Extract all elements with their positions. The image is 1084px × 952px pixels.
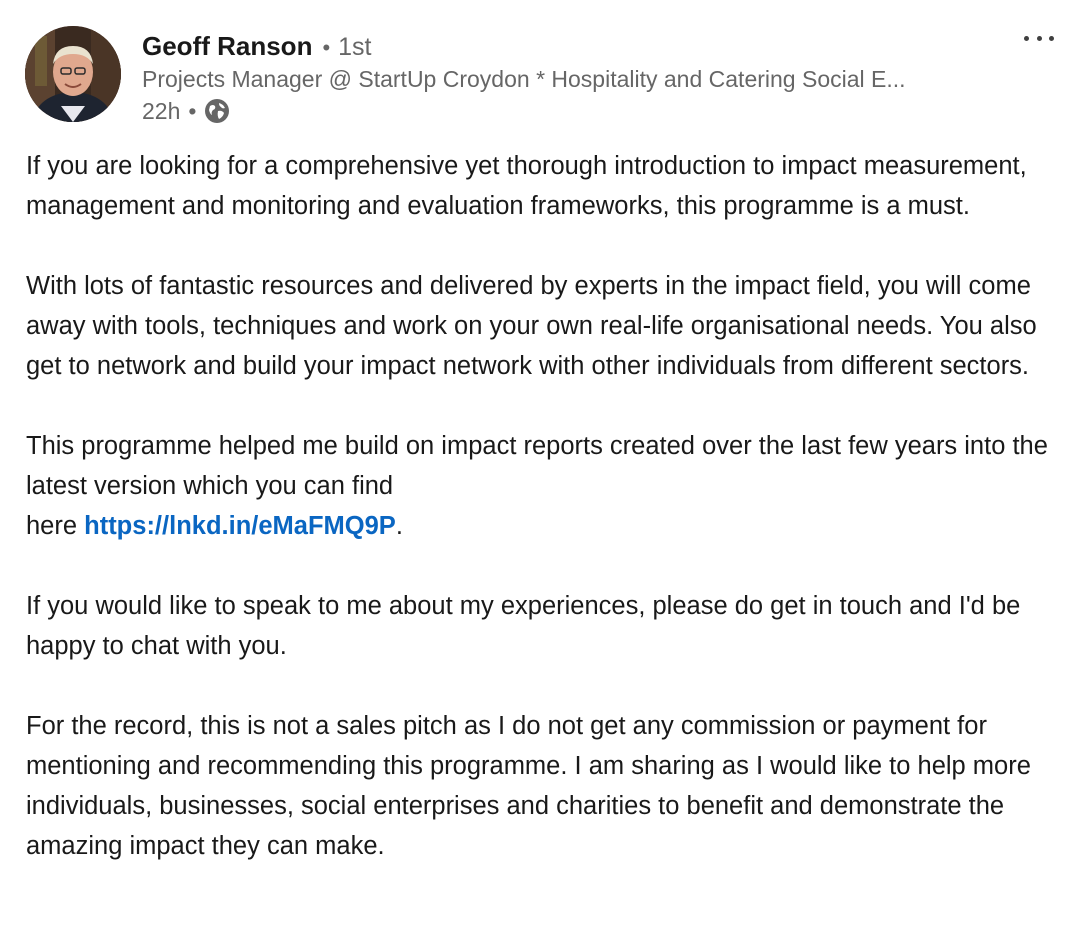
post-timestamp: 22h [142, 97, 181, 124]
dot-icon [1024, 35, 1029, 41]
post-paragraph: If you would like to speak to me about m… [26, 592, 1021, 660]
globe-icon [204, 98, 230, 124]
author-headline: Projects Manager @ StartUp Croydon * Hos… [142, 66, 906, 92]
post-body: If you are looking for a comprehensive y… [26, 146, 1066, 866]
author-line: Geoff Ranson • 1st [142, 28, 1022, 64]
post-paragraph: With lots of fantastic resources and del… [26, 272, 1037, 380]
separator-dot: • [188, 97, 197, 124]
post-link[interactable]: https://lnkd.in/eMaFMQ9P [84, 512, 396, 540]
author-name[interactable]: Geoff Ranson [142, 28, 312, 64]
post-paragraph: This programme helped me build on impact… [26, 426, 1066, 546]
post-header: Geoff Ranson • 1st Projects Manager @ St… [142, 28, 1022, 127]
avatar-photo [25, 26, 121, 122]
separator-dot: • [322, 35, 331, 60]
post-text: This programme helped me build on impact… [26, 432, 1048, 500]
post-time-line: 22h • [142, 95, 1022, 127]
post-text: here [26, 512, 85, 540]
dot-icon [1036, 35, 1042, 41]
post-text: . [395, 512, 403, 540]
more-options-icon[interactable] [1024, 26, 1054, 50]
author-avatar[interactable] [25, 26, 121, 122]
feed-post: Geoff Ranson • 1st Projects Manager @ St… [0, 0, 1084, 952]
post-paragraph: For the record, this is not a sales pitc… [26, 712, 1031, 860]
connection-degree: 1st [338, 33, 372, 61]
dot-icon [1049, 35, 1054, 41]
post-paragraph: If you are looking for a comprehensive y… [26, 152, 1027, 220]
